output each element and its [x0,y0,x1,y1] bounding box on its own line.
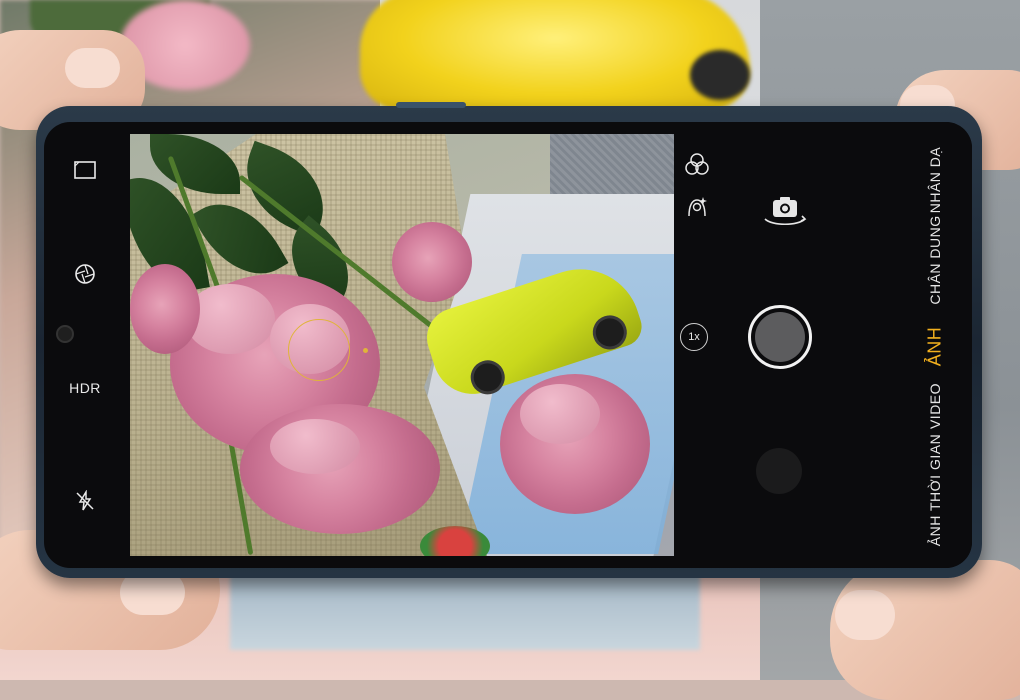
viewfinder-rose [130,264,200,354]
flash-toggle[interactable] [44,490,126,512]
viewfinder-leaf [150,134,240,194]
switch-camera-button[interactable] [762,194,808,235]
flash-off-icon [76,490,94,511]
aspect-ratio-icon [74,161,96,179]
front-camera-lens [56,325,74,343]
fingernail [835,590,895,640]
mode-selector: NHÂN DẠ CHÂN DUNG ẢNH VIDEO ẢNH THỜI GIA… [920,122,950,568]
background-toy-car [360,0,750,110]
mode-photo[interactable]: ẢNH [925,327,946,367]
shutter-button[interactable] [748,305,812,369]
gallery-thumbnail[interactable] [756,448,802,494]
left-control-strip: HDR [44,122,126,568]
filters-button[interactable] [684,152,710,181]
background-toy-car-wheel [690,50,750,100]
filter-aperture-icon [75,264,95,284]
camera-viewfinder[interactable] [130,134,674,556]
mode-portrait[interactable]: CHÂN DUNG [927,215,943,304]
smartphone: HDR 1x NHÂN DẠ CHÂN DUNG ẢNH VIDEO ẢNH T… [36,102,982,578]
power-button [396,102,466,108]
filters-icon [685,153,709,175]
shutter-button-inner [755,312,805,362]
rose-petal [270,419,360,474]
aspect-ratio-button[interactable] [44,160,126,180]
exposure-dot[interactable] [363,348,368,353]
zoom-button[interactable]: 1x [680,323,708,351]
beauty-button[interactable] [684,194,710,225]
right-hand-thumb [830,560,1020,700]
hdr-toggle[interactable]: HDR [44,380,126,396]
switch-camera-icon [764,197,807,226]
mode-time-lapse[interactable]: ẢNH THỜI GIAN [927,434,943,546]
camera-app-screen: HDR 1x NHÂN DẠ CHÂN DUNG ẢNH VIDEO ẢNH T… [44,122,972,568]
mode-night[interactable]: NHÂN DẠ [927,147,943,214]
right-control-panel: 1x NHÂN DẠ CHÂN DUNG ẢNH VIDEO ẢNH THỜI … [674,122,972,568]
rose-petal [520,384,600,444]
filter-aperture-button[interactable] [44,262,126,286]
viewfinder-rose-bud [392,222,472,302]
mode-video[interactable]: VIDEO [927,383,943,429]
beauty-icon [688,197,707,217]
fingernail [65,48,120,88]
focus-ring [288,319,350,381]
